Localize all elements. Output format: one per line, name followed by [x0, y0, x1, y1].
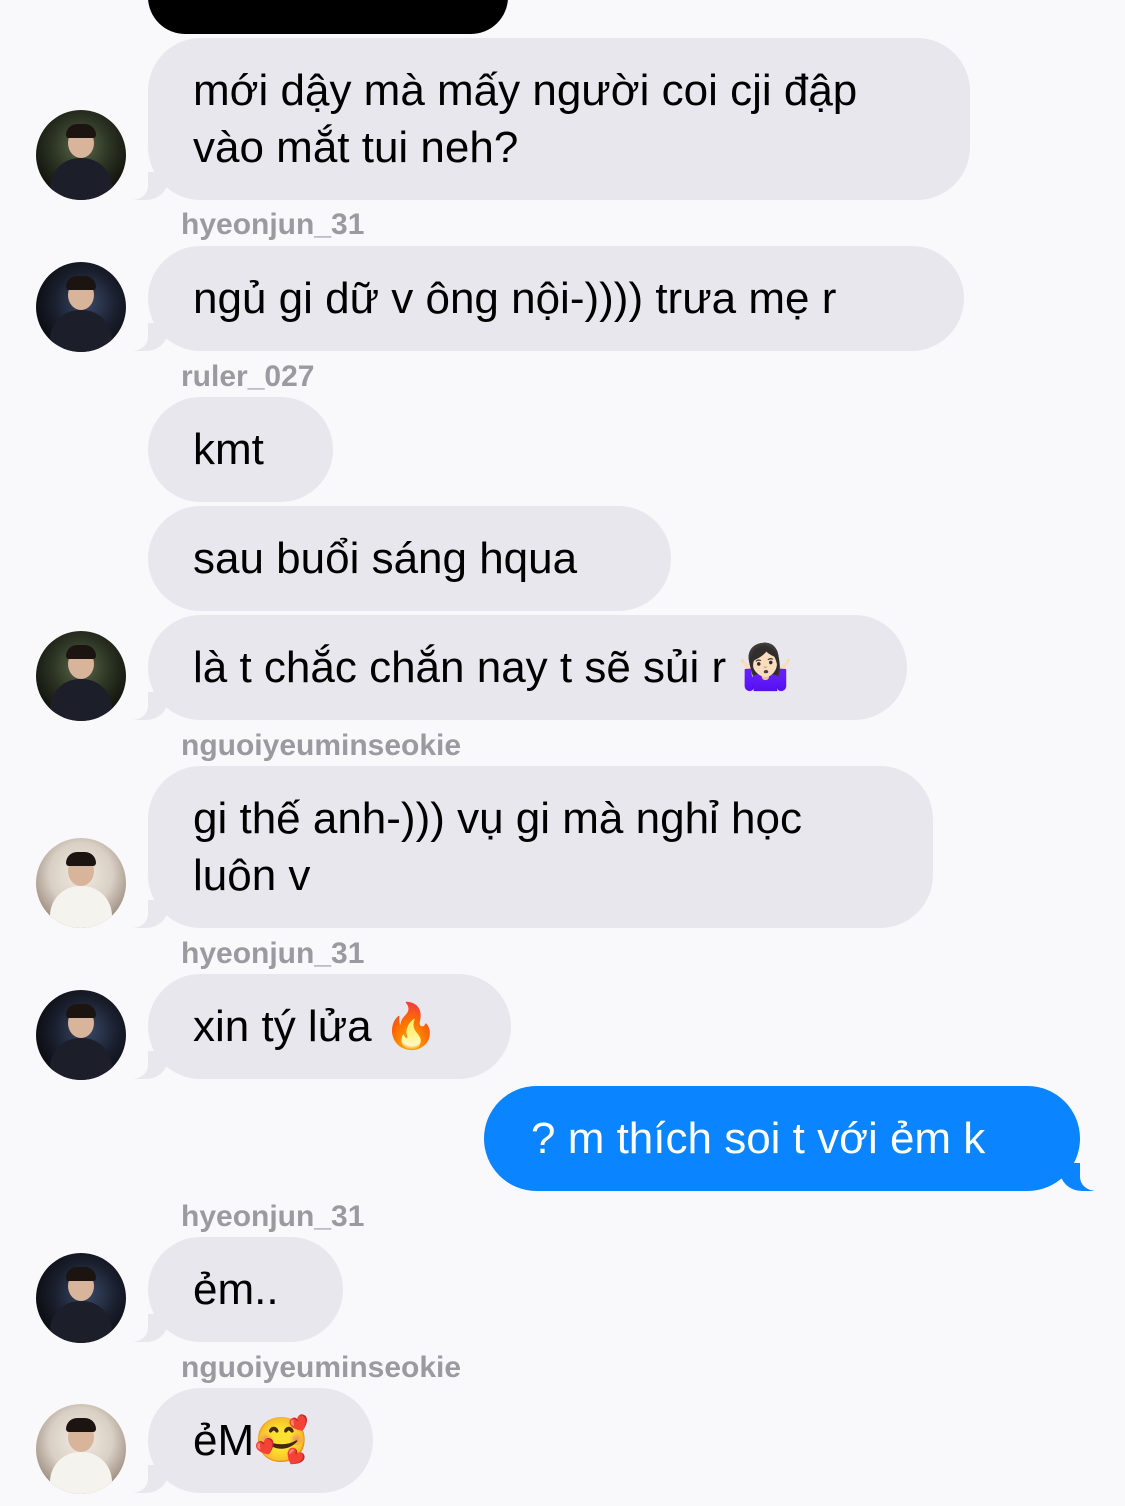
top-bar: [148, 0, 508, 34]
message-bubble[interactable]: xin tý lửa 🔥: [118, 974, 511, 1079]
message-text: gi thế anh-))) vụ gi mà nghỉ học luôn v: [193, 794, 802, 900]
avatar[interactable]: [36, 110, 126, 200]
message-bubble[interactable]: sau buổi sáng hqua: [148, 506, 671, 611]
sender-name: hyeonjun_31: [181, 1200, 365, 1233]
message-text: xin tý lửa: [193, 1002, 372, 1051]
message-bubble[interactable]: mới dậy mà mấy người coi cji đập vào mắt…: [118, 38, 970, 200]
avatar[interactable]: [36, 262, 126, 352]
message-text: kmt: [193, 425, 264, 474]
sender-name: hyeonjun_31: [181, 208, 365, 241]
message-text: sau buổi sáng hqua: [193, 534, 578, 583]
message-text: ẻm..: [193, 1265, 279, 1314]
message-bubble[interactable]: ẻm..: [118, 1237, 343, 1342]
message-bubble-outgoing[interactable]: ? m thích soi t với ẻm k: [484, 1086, 1110, 1191]
avatar[interactable]: [36, 838, 126, 928]
smiling-hearts-emoji-icon: 🥰: [254, 1415, 309, 1466]
message-text: ngủ gi dữ v ông nội-)))) trưa mẹ r: [193, 274, 837, 323]
message-text: ? m thích soi t với ẻm k: [531, 1114, 986, 1163]
message-text: ẻM: [193, 1416, 255, 1465]
shrug-emoji-icon: 🤷🏻‍♀️: [738, 642, 794, 693]
sender-name: nguoiyeuminseokie: [181, 729, 462, 762]
message-text: là t chắc chắn nay t sẽ sủi r: [193, 643, 727, 692]
sender-name: hyeonjun_31: [181, 937, 365, 970]
message-bubble[interactable]: kmt: [148, 397, 333, 502]
avatar[interactable]: [36, 990, 126, 1080]
avatar[interactable]: [36, 1404, 126, 1494]
message-bubble[interactable]: ngủ gi dữ v ông nội-)))) trưa mẹ r: [118, 246, 964, 351]
avatar[interactable]: [36, 1253, 126, 1343]
avatar[interactable]: [36, 631, 126, 721]
message-bubble[interactable]: gi thế anh-))) vụ gi mà nghỉ học luôn v: [118, 766, 933, 928]
sender-name: ruler_027: [181, 360, 315, 393]
sender-name: nguoiyeuminseokie: [181, 1351, 462, 1384]
message-bubble[interactable]: là t chắc chắn nay t sẽ sủi r 🤷🏻‍♀️: [118, 615, 907, 720]
message-bubble[interactable]: ẻM🥰: [118, 1388, 373, 1493]
message-text: mới dậy mà mấy người coi cji đập vào mắt…: [193, 66, 858, 172]
fire-emoji-icon: 🔥: [383, 1001, 439, 1052]
